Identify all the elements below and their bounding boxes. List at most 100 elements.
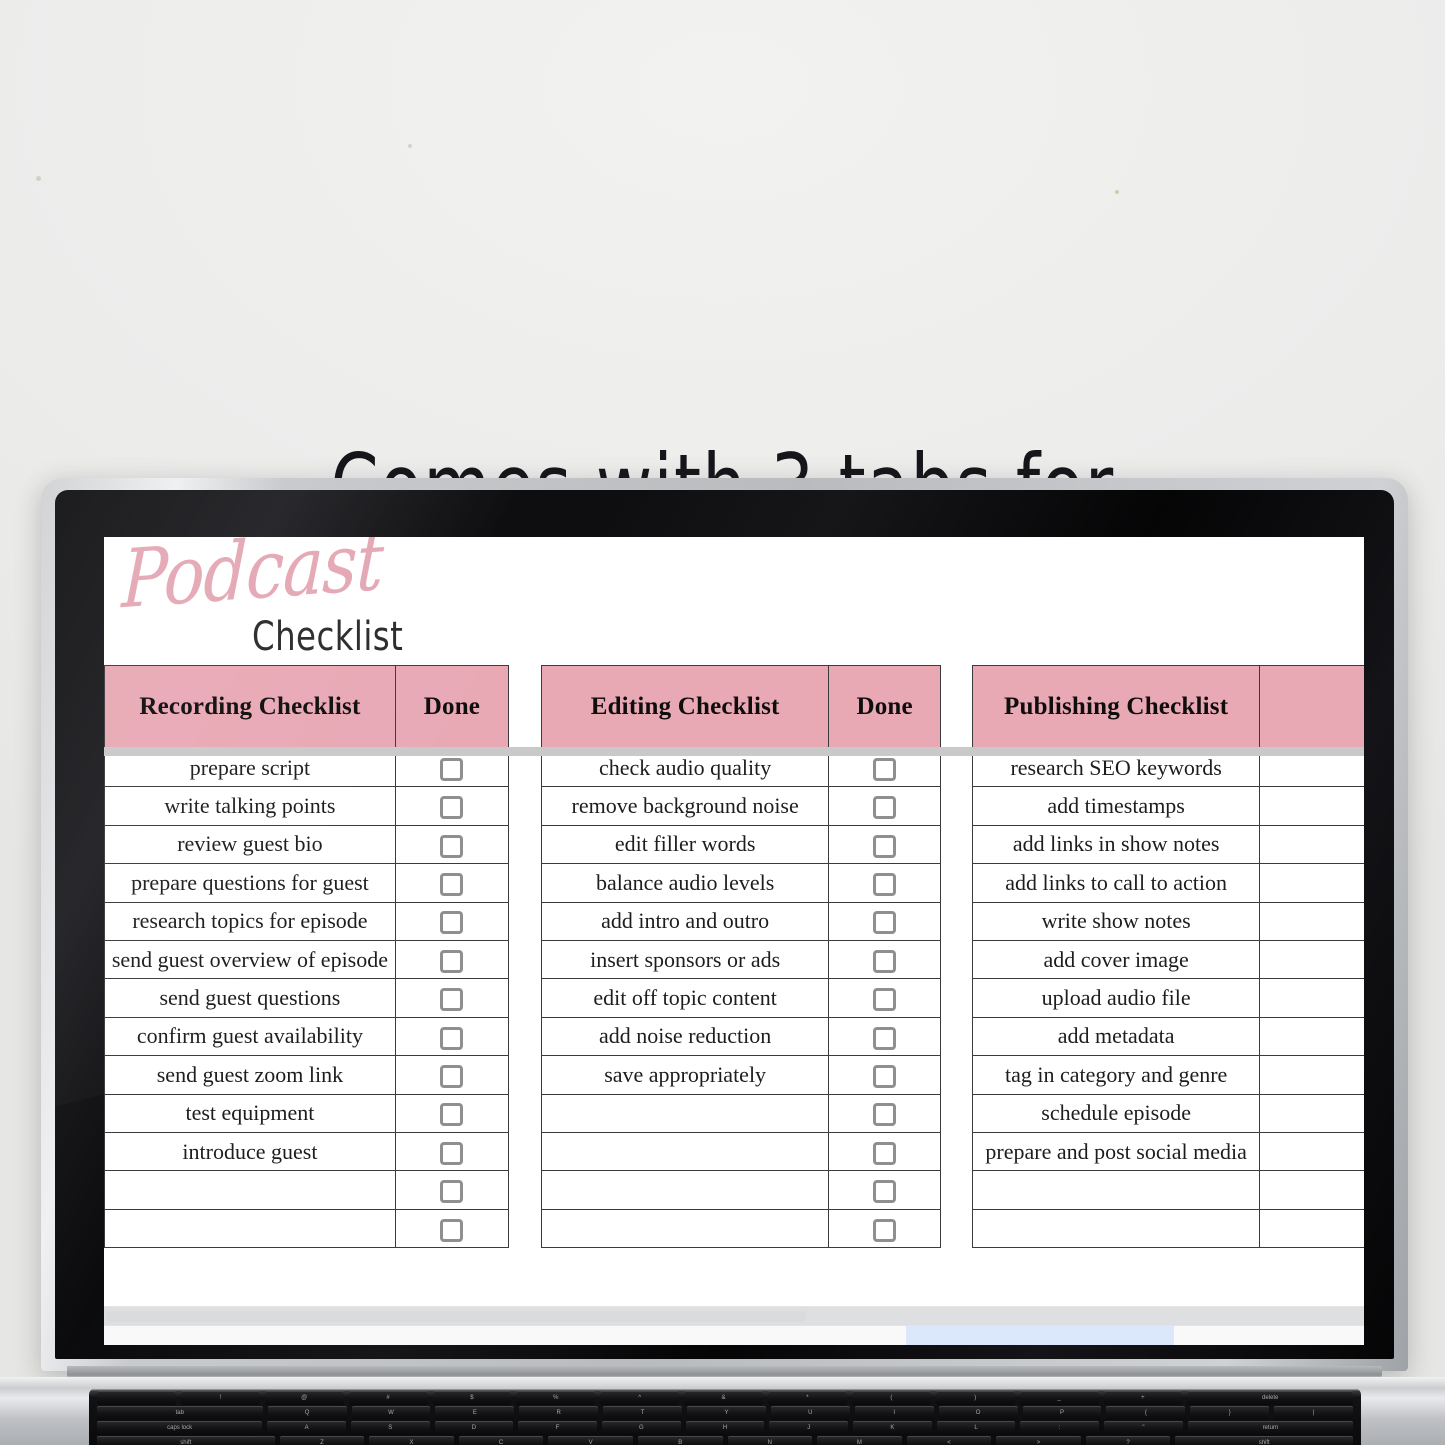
done-cell[interactable] — [828, 1055, 941, 1095]
done-cell[interactable] — [828, 786, 941, 826]
table-row[interactable] — [104, 1208, 510, 1249]
done-cell[interactable] — [1259, 824, 1364, 865]
done-cell[interactable] — [394, 1055, 510, 1095]
checkbox-icon[interactable] — [873, 796, 897, 820]
done-cell[interactable] — [828, 824, 941, 865]
table-row[interactable]: send guest overview of episode — [104, 939, 510, 980]
done-cell[interactable] — [1259, 901, 1364, 941]
task-cell[interactable] — [540, 1093, 830, 1133]
table-row[interactable]: add links to call to action — [971, 863, 1364, 903]
scrollbar-thumb[interactable] — [106, 1311, 806, 1322]
table-row[interactable]: test equipment — [104, 1093, 510, 1133]
done-cell[interactable] — [1259, 863, 1364, 903]
table-row[interactable]: add links in show notes — [971, 824, 1364, 865]
table-row[interactable]: add intro and outro — [540, 901, 941, 941]
done-cell[interactable] — [1259, 1093, 1364, 1133]
table-row[interactable]: introduce guest — [104, 1131, 510, 1172]
done-cell[interactable] — [828, 1208, 941, 1249]
checkbox-icon[interactable] — [440, 796, 464, 820]
done-cell[interactable] — [1259, 1131, 1364, 1172]
task-cell[interactable]: send guest overview of episode — [104, 939, 396, 980]
table-row[interactable] — [971, 1208, 1364, 1249]
table-row[interactable]: remove background noise — [540, 786, 941, 826]
checkbox-icon[interactable] — [440, 1065, 464, 1089]
checkbox-icon[interactable] — [440, 1180, 464, 1204]
table-row[interactable] — [104, 1170, 510, 1210]
done-cell[interactable] — [394, 1093, 510, 1133]
table-row[interactable]: research topics for episode — [104, 901, 510, 941]
task-cell[interactable] — [540, 1131, 830, 1172]
checkbox-icon[interactable] — [440, 1141, 464, 1165]
task-cell[interactable]: add noise reduction — [540, 1016, 830, 1057]
done-cell[interactable] — [1259, 939, 1364, 980]
task-cell[interactable]: save appropriately — [540, 1055, 830, 1095]
checkbox-icon[interactable] — [440, 873, 464, 897]
done-cell[interactable] — [828, 1016, 941, 1057]
table-row[interactable]: send guest zoom link — [104, 1055, 510, 1095]
sheet-tab-instructions[interactable]: INSTRUCTIONS — [216, 1326, 457, 1345]
table-row[interactable]: edit filler words — [540, 824, 941, 865]
task-cell[interactable]: write show notes — [971, 901, 1261, 941]
done-cell[interactable] — [828, 901, 941, 941]
checkbox-icon[interactable] — [440, 988, 464, 1012]
table-row[interactable]: write show notes — [971, 901, 1364, 941]
table-row[interactable]: schedule episode — [971, 1093, 1364, 1133]
task-cell[interactable] — [971, 1208, 1261, 1249]
done-cell[interactable] — [394, 786, 510, 826]
task-cell[interactable]: add intro and outro — [540, 901, 830, 941]
task-cell[interactable]: test equipment — [104, 1093, 396, 1133]
checkbox-icon[interactable] — [873, 949, 897, 973]
task-cell[interactable]: edit filler words — [540, 824, 830, 865]
task-cell[interactable]: schedule episode — [971, 1093, 1261, 1133]
task-cell[interactable]: send guest questions — [104, 978, 396, 1018]
table-row[interactable]: review guest bio — [104, 824, 510, 865]
task-cell[interactable]: write talking points — [104, 786, 396, 826]
task-cell[interactable] — [540, 1170, 830, 1210]
task-cell[interactable]: add metadata — [971, 1016, 1261, 1057]
done-cell[interactable] — [828, 978, 941, 1018]
task-cell[interactable]: edit off topic content — [540, 978, 830, 1018]
done-cell[interactable] — [394, 1208, 510, 1249]
table-row[interactable] — [540, 1093, 941, 1133]
task-cell[interactable]: prepare and post social media — [971, 1131, 1261, 1172]
done-cell[interactable] — [828, 1131, 941, 1172]
done-cell[interactable] — [394, 978, 510, 1018]
task-cell[interactable]: add links to call to action — [971, 863, 1261, 903]
checkbox-icon[interactable] — [440, 757, 464, 781]
task-cell[interactable] — [104, 1208, 396, 1249]
checkbox-icon[interactable] — [440, 949, 464, 973]
done-cell[interactable] — [828, 1093, 941, 1133]
table-row[interactable]: add cover image — [971, 939, 1364, 980]
done-cell[interactable] — [394, 863, 510, 903]
table-row[interactable]: tag in category and genre — [971, 1055, 1364, 1095]
done-cell[interactable] — [1259, 1016, 1364, 1057]
done-cell[interactable] — [394, 939, 510, 980]
done-cell[interactable] — [394, 1131, 510, 1172]
checkbox-icon[interactable] — [873, 1218, 897, 1242]
table-row[interactable]: write talking points — [104, 786, 510, 826]
task-cell[interactable]: prepare questions for guest — [104, 863, 396, 903]
table-row[interactable]: confirm guest availability — [104, 1016, 510, 1057]
table-row[interactable] — [540, 1170, 941, 1210]
sheet-tab-podcast-planner[interactable]: Podcast Planner — [457, 1326, 694, 1345]
checkbox-icon[interactable] — [440, 1103, 464, 1127]
task-cell[interactable]: upload audio file — [971, 978, 1261, 1018]
done-cell[interactable] — [1259, 1170, 1364, 1210]
task-cell[interactable]: remove background noise — [540, 786, 830, 826]
task-cell[interactable]: add timestamps — [971, 786, 1261, 826]
checkbox-icon[interactable] — [873, 834, 897, 858]
task-cell[interactable] — [971, 1170, 1261, 1210]
table-row[interactable]: edit off topic content — [540, 978, 941, 1018]
checkbox-icon[interactable] — [873, 1180, 897, 1204]
task-cell[interactable] — [104, 1170, 396, 1210]
all-sheets-button[interactable] — [160, 1326, 216, 1345]
checkbox-icon[interactable] — [440, 1026, 464, 1050]
done-cell[interactable] — [394, 1170, 510, 1210]
checkbox-icon[interactable] — [873, 1141, 897, 1165]
sheet-tab-guest-tracker[interactable]: Guest Tracker — [694, 1326, 906, 1345]
add-sheet-button[interactable] — [104, 1326, 160, 1345]
task-cell[interactable]: add links in show notes — [971, 824, 1261, 865]
checkbox-icon[interactable] — [873, 911, 897, 935]
checkbox-icon[interactable] — [873, 873, 897, 897]
task-cell[interactable]: confirm guest availability — [104, 1016, 396, 1057]
